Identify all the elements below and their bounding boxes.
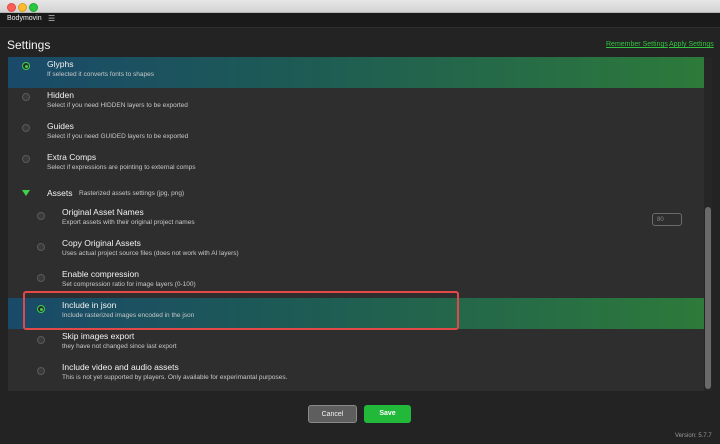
setting-label: Guides — [47, 121, 74, 131]
setting-label: Hidden — [47, 90, 74, 100]
setting-description: Select if you need GUIDED layers to be e… — [47, 133, 189, 140]
assets-label: Assets — [47, 188, 73, 198]
enable-compression-radio[interactable] — [37, 274, 45, 282]
setting-row-hidden[interactable]: Hidden Select if you need HIDDEN layers … — [8, 88, 704, 119]
copy-original-assets-radio[interactable] — [37, 243, 45, 251]
setting-description: Uses actual project source files (does n… — [62, 250, 239, 257]
expand-triangle-icon[interactable] — [22, 190, 30, 196]
original-asset-names-radio[interactable] — [37, 212, 45, 220]
setting-row-copy-original-assets[interactable]: Copy Original Assets Uses actual project… — [8, 236, 704, 267]
scrollbar[interactable] — [704, 57, 712, 391]
hidden-radio[interactable] — [22, 93, 30, 101]
setting-label: Copy Original Assets — [62, 238, 141, 248]
setting-description: Select if expressions are pointing to ex… — [47, 164, 196, 171]
setting-row-extra-comps[interactable]: Extra Comps Select if expressions are po… — [8, 150, 704, 181]
cancel-button[interactable]: Cancel — [308, 405, 357, 423]
setting-description: they have not changed since last export — [62, 343, 177, 350]
setting-row-glyphs[interactable]: Glyphs If selected it converts fonts to … — [8, 57, 704, 88]
app-header: Bodymovin ☰ — [0, 13, 720, 28]
close-window-icon[interactable] — [7, 3, 16, 12]
setting-row-original-asset-names[interactable]: Original Asset Names Export assets with … — [8, 205, 704, 236]
window-titlebar — [0, 0, 720, 13]
glyphs-radio[interactable] — [22, 62, 30, 70]
setting-label: Glyphs — [47, 59, 74, 69]
apply-settings-link[interactable]: Apply Settings — [669, 41, 714, 48]
include-video-audio-radio[interactable] — [37, 367, 45, 375]
hamburger-menu-icon[interactable]: ☰ — [48, 14, 55, 23]
maximize-window-icon[interactable] — [29, 3, 38, 12]
extra-comps-radio[interactable] — [22, 155, 30, 163]
setting-description: Select if you need HIDDEN layers to be e… — [47, 102, 188, 109]
setting-row-guides[interactable]: Guides Select if you need GUIDED layers … — [8, 119, 704, 150]
page-title: Settings — [7, 38, 51, 52]
minimize-window-icon[interactable] — [18, 3, 27, 12]
assets-section-header[interactable]: Assets Rasterized assets settings (jpg, … — [8, 181, 704, 205]
save-button[interactable]: Save — [364, 405, 411, 423]
setting-description: This is not yet supported by players. On… — [62, 374, 288, 381]
setting-row-skip-images-export[interactable]: Skip images export they have not changed… — [8, 329, 704, 360]
settings-panel: Glyphs If selected it converts fonts to … — [8, 57, 704, 391]
skip-images-export-radio[interactable] — [37, 336, 45, 344]
app-name: Bodymovin — [7, 15, 42, 22]
setting-label: Extra Comps — [47, 152, 97, 162]
highlight-annotation-box — [23, 291, 459, 330]
setting-description: If selected it converts fonts to shapes — [47, 71, 154, 78]
setting-description: Set compression ratio for image layers (… — [62, 281, 196, 288]
compression-value-input[interactable]: 80 — [652, 213, 682, 226]
setting-label: Skip images export — [62, 331, 135, 341]
guides-radio[interactable] — [22, 124, 30, 132]
setting-label: Enable compression — [62, 269, 140, 279]
setting-row-include-video-audio[interactable]: Include video and audio assets This is n… — [8, 360, 704, 391]
remember-settings-link[interactable]: Remember Settings — [606, 41, 668, 48]
assets-description: Rasterized assets settings (jpg, png) — [79, 190, 185, 197]
setting-label: Original Asset Names — [62, 207, 144, 217]
app-window: Bodymovin ☰ Settings Remember Settings A… — [0, 0, 720, 444]
setting-label: Include video and audio assets — [62, 362, 179, 372]
scrollbar-thumb[interactable] — [705, 207, 711, 389]
version-label: Version: 5.7.7 — [675, 433, 712, 439]
setting-description: Export assets with their original projec… — [62, 219, 195, 226]
